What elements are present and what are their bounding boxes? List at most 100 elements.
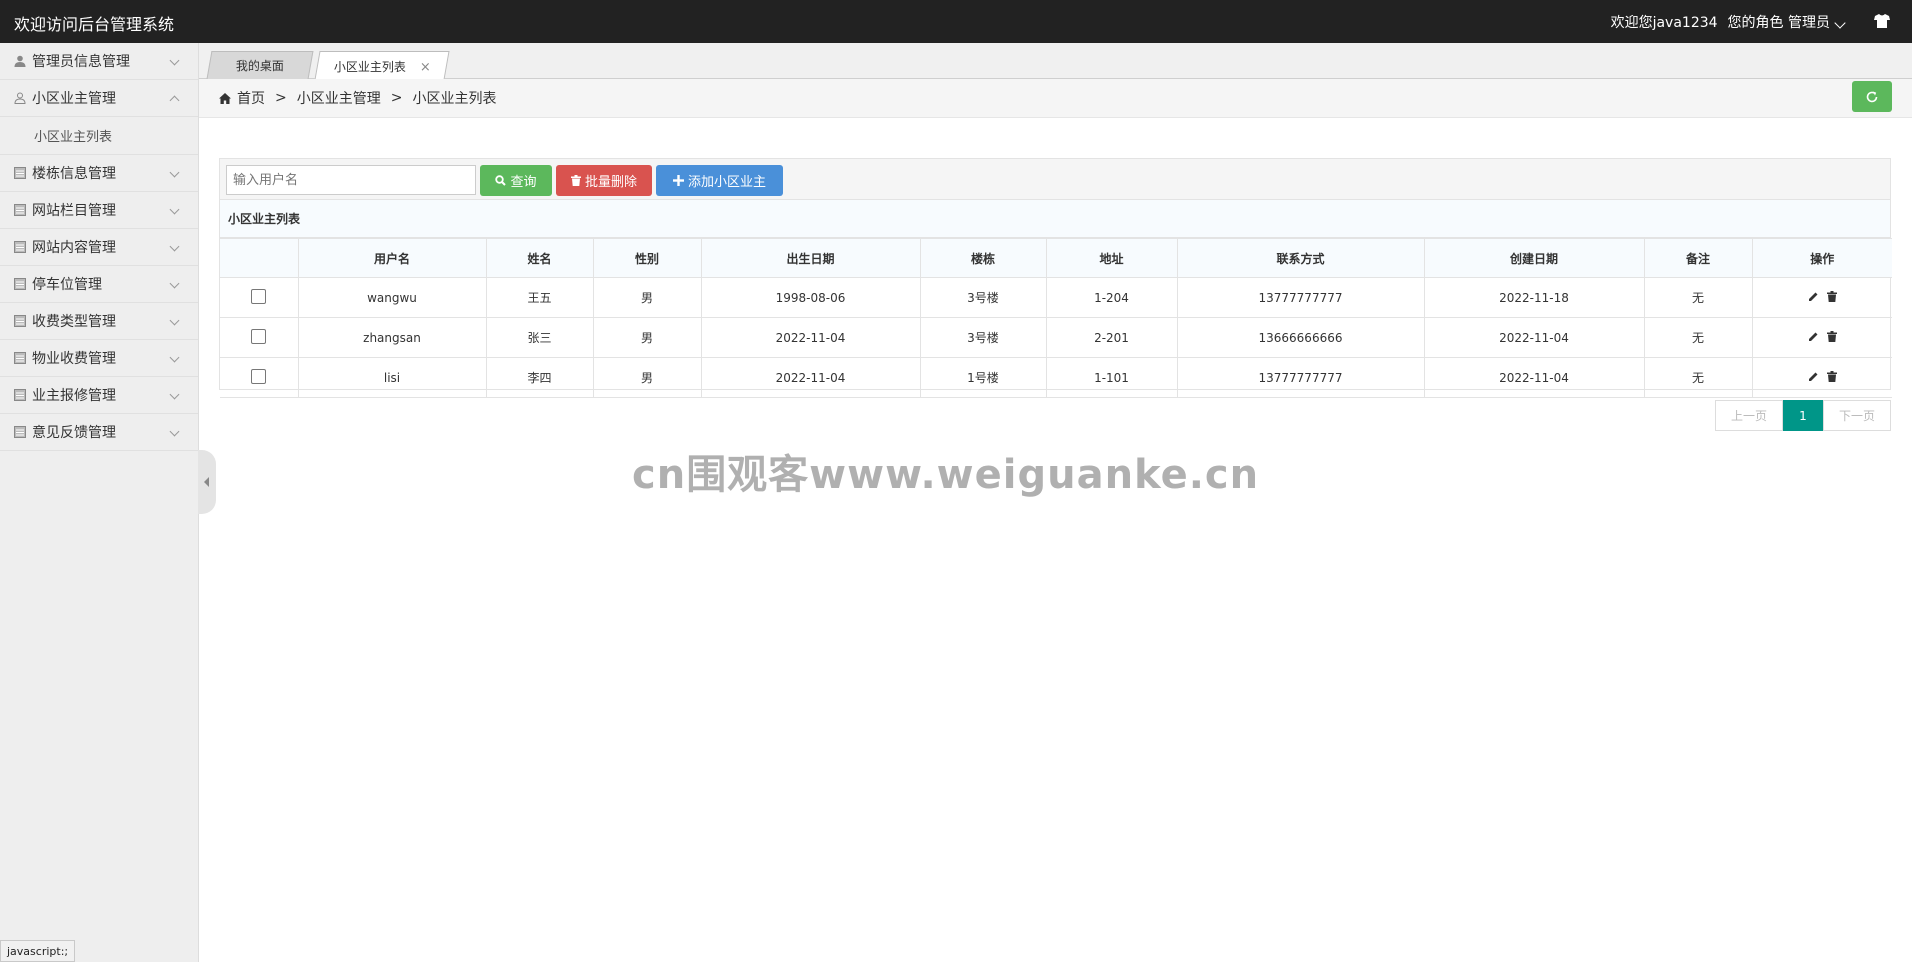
column-header: 出生日期 — [700, 238, 921, 278]
sidebar-item-owner[interactable]: 小区业主管理 — [0, 80, 198, 117]
cell-created: 2022-11-18 — [1423, 277, 1645, 318]
cell-building: 3号楼 — [919, 317, 1047, 358]
breadcrumb-home[interactable]: 首页 — [237, 88, 265, 108]
sidebar-item-repair[interactable]: 业主报修管理 — [0, 377, 198, 414]
cell-birth: 1998-08-06 — [700, 277, 921, 318]
sidebar-item-feedback[interactable]: 意见反馈管理 — [0, 414, 198, 451]
user-outline-icon — [14, 92, 26, 104]
owner-table: 用户名 姓名 性别 出生日期 楼栋 地址 联系方式 创建日期 备注 操作 wan… — [220, 238, 1892, 398]
edit-icon[interactable] — [1808, 371, 1819, 382]
breadcrumb: 首页 > 小区业主管理 > 小区业主列表 — [199, 79, 1912, 118]
browser-status-bar: javascript:; — [0, 940, 76, 962]
page-1-button[interactable]: 1 — [1783, 400, 1823, 431]
row-checkbox[interactable] — [251, 288, 267, 304]
username-search-input[interactable] — [226, 165, 476, 195]
search-icon — [495, 175, 507, 186]
chevron-down-icon — [169, 315, 180, 326]
table-header-row: 用户名 姓名 性别 出生日期 楼栋 地址 联系方式 创建日期 备注 操作 — [220, 238, 1892, 278]
pagination: 上一页 1 下一页 — [1715, 400, 1891, 431]
edit-icon[interactable] — [1808, 291, 1819, 302]
plus-icon — [672, 175, 684, 186]
column-header: 联系方式 — [1176, 238, 1425, 278]
prev-page-button[interactable]: 上一页 — [1715, 400, 1783, 431]
cell-note: 无 — [1643, 277, 1753, 318]
sidebar-item-property-fee[interactable]: 物业收费管理 — [0, 340, 198, 377]
breadcrumb-owner-list: 小区业主列表 — [412, 91, 497, 107]
sidebar-item-label: 停车位管理 — [32, 277, 102, 293]
cell-gender: 男 — [592, 357, 702, 398]
tab-label: 我的桌面 — [235, 59, 284, 73]
cell-phone: 13666666666 — [1176, 317, 1425, 358]
user-icon — [14, 55, 26, 67]
sidebar-subitem-owner-list[interactable]: 小区业主列表 — [0, 117, 198, 155]
batch-delete-button[interactable]: 批量删除 — [556, 165, 652, 196]
column-header: 备注 — [1643, 238, 1753, 278]
chevron-down-icon — [169, 426, 180, 437]
tab-owner-list[interactable]: 小区业主列表 × — [314, 51, 450, 80]
close-icon[interactable]: × — [419, 60, 430, 75]
sidebar-item-label: 网站内容管理 — [32, 240, 116, 256]
row-checkbox[interactable] — [251, 368, 267, 384]
column-header: 创建日期 — [1423, 238, 1645, 278]
cell-birth: 2022-11-04 — [700, 317, 921, 358]
cell-created: 2022-11-04 — [1423, 357, 1645, 398]
sidebar-item-label: 意见反馈管理 — [32, 425, 116, 441]
table-row: wangwu 王五 男 1998-08-06 3号楼 1-204 1377777… — [220, 277, 1892, 318]
breadcrumb-owner-manage[interactable]: 小区业主管理 — [297, 88, 381, 108]
breadcrumb-separator: > — [275, 90, 287, 106]
cell-created: 2022-11-04 — [1423, 317, 1645, 358]
sidebar-item-content[interactable]: 网站内容管理 — [0, 229, 198, 266]
list-icon — [14, 167, 26, 179]
cell-address: 2-201 — [1045, 317, 1178, 358]
sidebar-item-label: 物业收费管理 — [32, 351, 116, 367]
cell-gender: 男 — [592, 317, 702, 358]
cell-phone: 13777777777 — [1176, 357, 1425, 398]
column-header — [220, 238, 299, 278]
sidebar: 管理员信息管理 小区业主管理 小区业主列表 楼栋信息管理 网站栏目管理 网站内容… — [0, 43, 199, 962]
list-icon — [14, 204, 26, 216]
cell-building: 3号楼 — [919, 277, 1047, 318]
row-checkbox[interactable] — [251, 328, 267, 344]
batch-delete-label: 批量删除 — [584, 175, 637, 190]
sidebar-item-label: 楼栋信息管理 — [32, 166, 116, 182]
delete-icon[interactable] — [1826, 330, 1837, 342]
chevron-down-icon — [169, 352, 180, 363]
watermark: cn围观客www.weiguanke.cn — [632, 452, 1260, 498]
chevron-up-icon — [169, 95, 180, 106]
user-info: 欢迎您java1234 您的角色 管理员 — [1611, 12, 1846, 32]
refresh-button[interactable] — [1852, 81, 1892, 112]
owner-table-panel: 小区业主列表 用户名 姓名 性别 出生日期 楼栋 地址 联系方式 创建日期 备注… — [219, 200, 1892, 398]
list-icon — [14, 389, 26, 401]
list-icon — [14, 241, 26, 253]
sidebar-item-column[interactable]: 网站栏目管理 — [0, 192, 198, 229]
role-text: 您的角色 管理员 — [1727, 15, 1830, 31]
role-dropdown[interactable]: 您的角色 管理员 — [1727, 12, 1846, 32]
column-header: 姓名 — [485, 238, 594, 278]
tab-strip: 我的桌面 小区业主列表 × — [199, 43, 1912, 80]
column-header: 用户名 — [297, 238, 487, 278]
column-header: 楼栋 — [919, 238, 1047, 278]
breadcrumb-separator: > — [390, 90, 403, 106]
cell-username: lisi — [297, 357, 487, 398]
delete-icon[interactable] — [1826, 370, 1837, 382]
column-header: 性别 — [592, 238, 702, 278]
app-title: 欢迎访问后台管理系统 — [14, 15, 175, 34]
trash-icon — [570, 175, 581, 186]
tab-desktop[interactable]: 我的桌面 — [206, 51, 314, 79]
chevron-down-icon — [169, 55, 180, 66]
edit-icon[interactable] — [1808, 331, 1819, 342]
sidebar-item-fee-type[interactable]: 收费类型管理 — [0, 303, 198, 340]
search-button[interactable]: 查询 — [480, 165, 552, 196]
table-title: 小区业主列表 — [220, 200, 1890, 238]
theme-shirt-icon[interactable] — [1874, 14, 1890, 28]
delete-icon[interactable] — [1826, 290, 1837, 302]
sidebar-item-admin[interactable]: 管理员信息管理 — [0, 43, 198, 80]
list-icon — [14, 278, 26, 290]
add-owner-button[interactable]: 添加小区业主 — [656, 165, 783, 196]
cell-note: 无 — [1643, 357, 1753, 398]
next-page-button[interactable]: 下一页 — [1823, 400, 1891, 431]
sidebar-collapse-handle[interactable] — [198, 450, 216, 514]
sidebar-item-building[interactable]: 楼栋信息管理 — [0, 155, 198, 192]
sidebar-item-parking[interactable]: 停车位管理 — [0, 266, 198, 303]
sidebar-item-label: 管理员信息管理 — [32, 54, 130, 70]
